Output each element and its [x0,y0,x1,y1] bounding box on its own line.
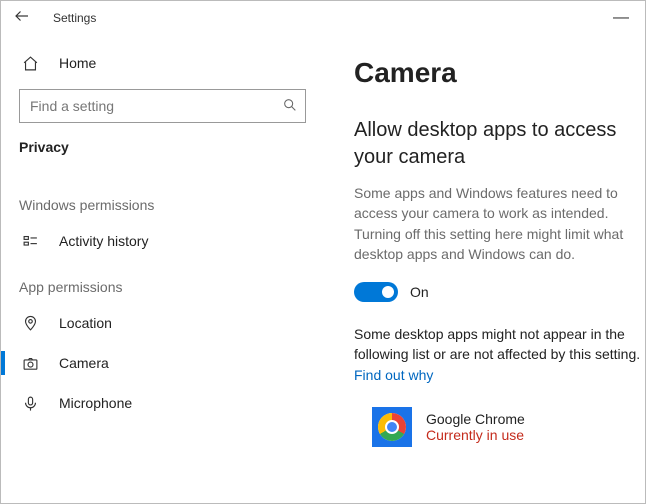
find-out-why-link[interactable]: Find out why [354,367,433,383]
back-button[interactable] [13,7,43,30]
sidebar-item-activity-history[interactable]: Activity history [1,221,324,261]
chrome-icon [372,407,412,447]
app-meta: Google Chrome Currently in use [426,411,525,443]
body-text: Some desktop apps might not appear in th… [354,324,645,385]
search-input[interactable] [19,89,306,123]
app-row: Google Chrome Currently in use [354,407,645,447]
toggle-label: On [410,284,429,300]
sidebar-item-location[interactable]: Location [1,303,324,343]
section-heading: Allow desktop apps to access your camera [354,117,645,171]
window-title: Settings [53,11,96,25]
content-pane: Camera Allow desktop apps to access your… [324,35,645,503]
home-icon [19,55,41,72]
sidebar-item-label: Location [59,315,112,331]
titlebar: Settings — [1,1,645,35]
sidebar-home[interactable]: Home [1,43,324,83]
sidebar-item-camera[interactable]: Camera [1,343,324,383]
sidebar-group-app-permissions: App permissions [1,261,324,303]
app-status: Currently in use [426,427,525,443]
search-container [19,89,306,123]
sidebar-item-label: Camera [59,355,109,371]
sidebar-group-windows-permissions: Windows permissions [1,179,324,221]
window-controls: — [603,9,639,27]
body-text-span: Some desktop apps might not appear in th… [354,326,640,362]
toggle-row: On [354,282,645,302]
sidebar-section-privacy: Privacy [1,135,324,179]
page-title: Camera [354,57,645,89]
microphone-icon [19,395,41,412]
minimize-button[interactable]: — [603,5,639,30]
sidebar: Home Privacy Windows permissions Activit… [1,35,324,503]
app-name: Google Chrome [426,411,525,427]
sidebar-item-label: Activity history [59,233,148,249]
location-icon [19,315,41,332]
camera-icon [19,355,41,372]
search-icon [282,97,298,118]
sidebar-home-label: Home [59,55,96,71]
activity-history-icon [19,233,41,250]
sidebar-item-microphone[interactable]: Microphone [1,383,324,423]
section-description: Some apps and Windows features need to a… [354,183,645,264]
sidebar-item-label: Microphone [59,395,132,411]
camera-access-toggle[interactable] [354,282,398,302]
